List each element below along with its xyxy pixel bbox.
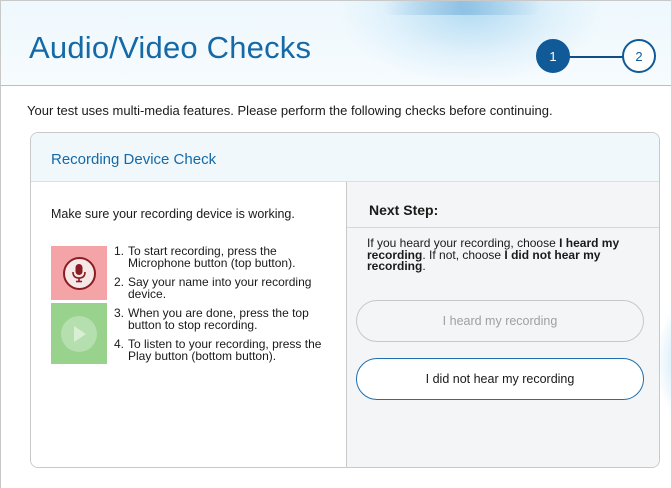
intro-text: Your test uses multi-media features. Ple… — [27, 103, 553, 118]
instruction-item: 2. Say your name into your recording dev… — [114, 275, 339, 301]
edge-decoration — [656, 301, 671, 421]
instruction-item: 4. To listen to your recording, press th… — [114, 337, 339, 363]
card-title: Recording Device Check — [51, 151, 217, 168]
record-area — [51, 246, 107, 300]
instruction-text: To listen to your recording, press the P… — [128, 337, 322, 363]
instruction-text: When you are done, press the top button … — [128, 306, 309, 332]
instruction-item: 1. To start recording, press the Microph… — [114, 244, 339, 270]
audio-video-checks-page: Audio/Video Checks 1 2 Your test uses mu… — [0, 0, 671, 488]
instructions-pane: Make sure your recording device is worki… — [31, 182, 346, 467]
instruction-text: To start recording, press the Microphone… — [128, 244, 296, 270]
recording-device-check-card: Recording Device Check Make sure your re… — [30, 132, 660, 468]
step-indicator-2: 2 — [622, 39, 656, 73]
instruction-number: 4. — [114, 337, 125, 351]
instruction-number: 1. — [114, 244, 125, 258]
microphone-icon — [72, 264, 86, 283]
header-decoration-bar — [381, 1, 541, 15]
play-area — [51, 303, 107, 364]
next-step-text: If you heard your recording, choose I he… — [367, 237, 647, 273]
instruction-number: 3. — [114, 306, 125, 320]
instruction-number: 2. — [114, 275, 125, 289]
next-step-pane: Next Step: If you heard your recording, … — [346, 182, 659, 467]
page-header: Audio/Video Checks 1 2 — [1, 1, 671, 86]
step-indicator-1: 1 — [536, 39, 570, 73]
step-connector — [566, 56, 626, 58]
did-not-hear-recording-button[interactable]: I did not hear my recording — [356, 358, 644, 400]
text-part: . — [422, 259, 426, 273]
next-step-title: Next Step: — [369, 202, 439, 218]
divider — [347, 227, 659, 228]
instructions-intro: Make sure your recording device is worki… — [51, 207, 295, 221]
play-icon — [74, 325, 86, 342]
play-button[interactable] — [61, 315, 97, 352]
page-title: Audio/Video Checks — [29, 30, 312, 65]
instruction-text: Say your name into your recording device… — [128, 275, 312, 301]
heard-recording-button[interactable]: I heard my recording — [356, 300, 644, 342]
card-header: Recording Device Check — [31, 133, 659, 182]
instruction-item: 3. When you are done, press the top butt… — [114, 306, 339, 332]
microphone-button[interactable] — [62, 256, 96, 290]
instruction-list: 1. To start recording, press the Microph… — [114, 244, 339, 370]
text-part: . If not, choose — [422, 247, 505, 262]
